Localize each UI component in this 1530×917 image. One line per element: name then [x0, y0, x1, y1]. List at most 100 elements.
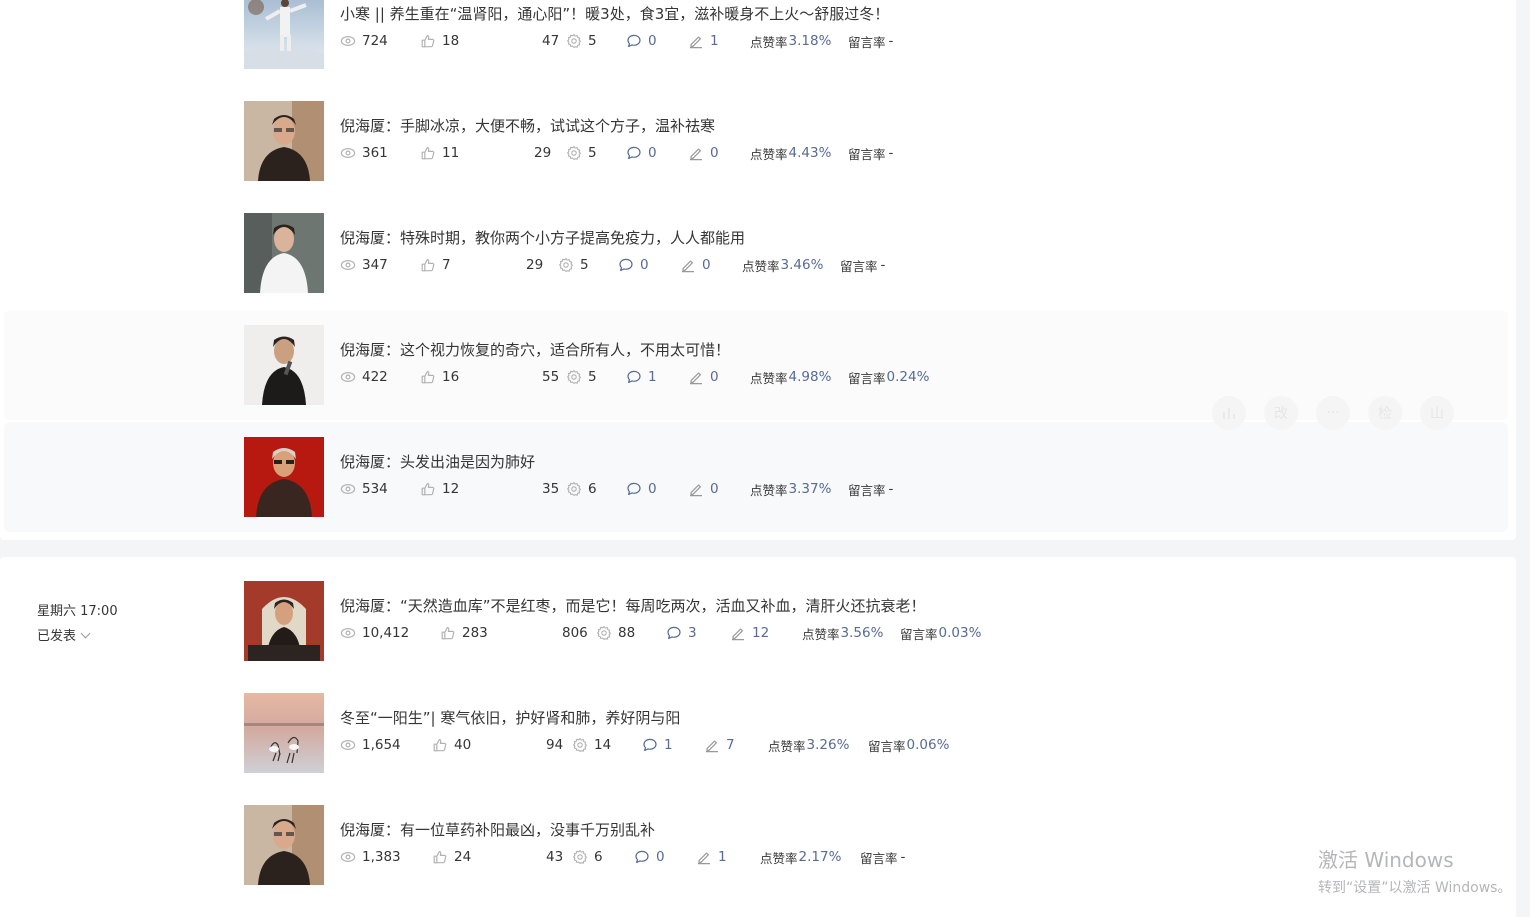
like-count: 7	[442, 257, 451, 273]
more-action-button[interactable]: ···	[1316, 396, 1350, 430]
comment-rate: 留言率 -	[860, 848, 905, 867]
like-rate-label: 点赞率	[742, 258, 780, 274]
like-count: 40	[454, 737, 472, 753]
stats-icon[interactable]	[1212, 396, 1246, 430]
comment-rate: 留言率 -	[848, 32, 893, 51]
comment-rate-value: -	[888, 33, 894, 49]
watermark-line-2: 转到“设置”以激活 Windows。	[1318, 880, 1512, 896]
like-rate: 点赞率 3.46%	[742, 256, 823, 275]
edit-count-stat: 12	[730, 625, 769, 641]
gear-icon	[572, 849, 588, 865]
article-title[interactable]: 小寒 || 养生重在“温肾阳，通心阳”！暖3处，食3宜，滋补暖身不上火～舒服过冬…	[340, 3, 889, 24]
like-rate: 点赞率 4.98%	[750, 368, 831, 387]
comment-rate-label: 留言率	[848, 482, 886, 498]
comment-rate-label: 留言率	[840, 258, 878, 274]
like-rate-label: 点赞率	[802, 626, 840, 642]
thumbs-up-icon	[440, 625, 456, 641]
comment-count-stat: 3	[666, 625, 697, 641]
article-row[interactable]: 倪海厦：这个视力恢复的奇穴，适合所有人，不用太可惜！ 422 16 55 5 1 0 点赞率 4…	[244, 325, 1244, 405]
wow-count-stat: 6	[566, 481, 597, 497]
watermark-line-1: 激活 Windows	[1318, 848, 1454, 872]
article-row[interactable]: 倪海厦：手脚冰凉，大便不畅，试试这个方子，温补祛寒 361 11 29 5 0 0 点赞率 4.…	[244, 101, 1244, 181]
eye-icon	[340, 145, 356, 161]
eye-icon	[340, 257, 356, 273]
article-row[interactable]: 倪海厦：特殊时期，教你两个小方子提高免疫力，人人都能用 347 7 29 5 0 0 点赞率 3…	[244, 213, 1244, 293]
chevron-down-icon	[80, 628, 91, 638]
article-title[interactable]: 冬至“一阳生”| 寒气依旧，护好肾和肺，养好阴与阳	[340, 707, 680, 728]
check-action-button[interactable]: 检	[1368, 396, 1402, 430]
article-title[interactable]: 倪海厦：头发出油是因为肺好	[340, 451, 535, 472]
pen-icon	[688, 369, 704, 385]
thumbs-up-icon	[420, 369, 436, 385]
like-count: 16	[442, 369, 460, 385]
like-rate-value: 2.17%	[798, 849, 842, 865]
comment-rate: 留言率 0.03%	[900, 624, 981, 643]
comment-icon	[626, 481, 642, 497]
like-count: 18	[442, 33, 460, 49]
comment-count-stat: 0	[626, 481, 657, 497]
article-thumbnail[interactable]	[244, 437, 324, 517]
wow-count-stat: 5	[566, 369, 597, 385]
publish-info: 星期六 17:00 已发表	[37, 600, 118, 644]
article-thumbnail[interactable]	[244, 581, 324, 661]
comment-rate-label: 留言率	[868, 738, 906, 754]
edit-action-button[interactable]: 改	[1264, 396, 1298, 430]
article-row[interactable]: 小寒 || 养生重在“温肾阳，通心阳”！暖3处，食3宜，滋补暖身不上火～舒服过冬…	[244, 0, 1244, 69]
edit-count: 12	[752, 625, 770, 641]
article-row[interactable]: 冬至“一阳生”| 寒气依旧，护好肾和肺，养好阴与阳 1,654 40 94 14 1 7 点赞…	[244, 693, 1244, 773]
like-count-stat: 40	[432, 737, 471, 753]
read-count-stat: 1,654	[340, 737, 401, 753]
comment-rate-label: 留言率	[848, 34, 886, 50]
share-count: 29	[526, 257, 544, 273]
share-icon	[524, 849, 540, 865]
article-title[interactable]: 倪海厦：这个视力恢复的奇穴，适合所有人，不用太可惜！	[340, 339, 730, 360]
like-rate: 点赞率 3.18%	[750, 32, 831, 51]
like-count-stat: 11	[420, 145, 459, 161]
like-count-stat: 24	[432, 849, 471, 865]
like-rate-value: 4.43%	[788, 145, 832, 161]
article-title[interactable]: 倪海厦：特殊时期，教你两个小方子提高免疫力，人人都能用	[340, 227, 745, 248]
article-thumbnail[interactable]	[244, 693, 324, 773]
like-rate-label: 点赞率	[750, 34, 788, 50]
edit-count: 1	[718, 849, 727, 865]
article-title[interactable]: 倪海厦：手脚冰凉，大便不畅，试试这个方子，温补祛寒	[340, 115, 715, 136]
eye-icon	[340, 737, 356, 753]
comment-rate: 留言率 0.06%	[868, 736, 949, 755]
article-thumbnail[interactable]	[244, 0, 324, 69]
article-row[interactable]: 倪海厦：有一位草药补阳最凶，没事千万别乱补 1,383 24 43 6 0 1 点赞率 2.17…	[244, 805, 1244, 885]
article-row[interactable]: 倪海厦：头发出油是因为肺好 534 12 35 6 0 0 点赞率 3.37% 留言率 -	[244, 437, 1244, 517]
publish-time: 星期六 17:00	[37, 604, 118, 619]
eye-icon	[340, 625, 356, 641]
gear-icon	[572, 737, 588, 753]
windows-activation-watermark: 激活 Windows 转到“设置”以激活 Windows。	[1318, 844, 1511, 897]
comment-count: 3	[688, 625, 697, 641]
article-thumbnail[interactable]	[244, 213, 324, 293]
article-thumbnail[interactable]	[244, 805, 324, 885]
comment-rate-value: 0.03%	[938, 625, 982, 641]
article-thumbnail[interactable]	[244, 101, 324, 181]
comment-rate: 留言率 -	[840, 256, 885, 275]
share-count-stat: 94	[524, 737, 563, 753]
publish-status-dropdown[interactable]: 已发表	[37, 625, 91, 644]
share-count-stat: 806	[540, 625, 588, 641]
like-count: 24	[454, 849, 472, 865]
article-title[interactable]: 倪海厦：“天然造血库”不是红枣，而是它！每周吃两次，活血又补血，清肝火还抗衰老！	[340, 595, 926, 616]
share-count-stat: 29	[504, 257, 543, 273]
comment-count-stat: 0	[618, 257, 649, 273]
like-count-stat: 16	[420, 369, 459, 385]
comment-count: 1	[664, 737, 673, 753]
pen-icon	[730, 625, 746, 641]
like-count-stat: 283	[440, 625, 488, 641]
gear-icon	[566, 145, 582, 161]
wow-count-stat: 88	[596, 625, 635, 641]
article-title[interactable]: 倪海厦：有一位草药补阳最凶，没事千万别乱补	[340, 819, 655, 840]
pen-icon	[696, 849, 712, 865]
read-count: 361	[362, 145, 388, 161]
like-rate-value: 3.46%	[780, 257, 824, 273]
share-count-stat: 35	[520, 481, 559, 497]
mountain-action-button[interactable]: 山	[1420, 396, 1454, 430]
thumbs-up-icon	[420, 257, 436, 273]
scrollbar[interactable]	[1516, 0, 1530, 907]
article-row[interactable]: 倪海厦：“天然造血库”不是红枣，而是它！每周吃两次，活血又补血，清肝火还抗衰老！…	[244, 581, 1244, 661]
article-thumbnail[interactable]	[244, 325, 324, 405]
